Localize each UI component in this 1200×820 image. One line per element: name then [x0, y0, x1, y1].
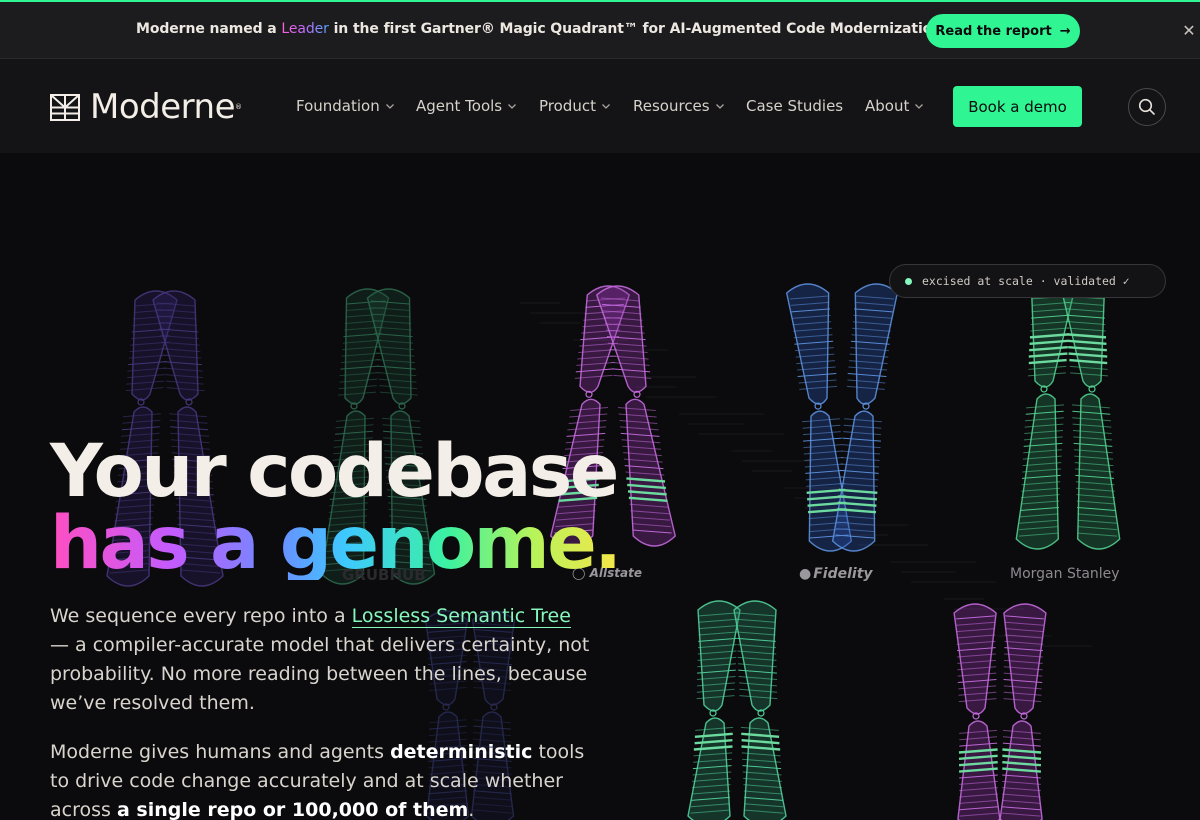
nav-item-product[interactable]: Product	[539, 97, 611, 115]
hero-headline: Your codebase has a genome.	[50, 429, 622, 586]
nav-item-resources[interactable]: Resources	[633, 97, 725, 115]
nav-item-label: Product	[539, 97, 596, 115]
nav-item-case-studies[interactable]: Case Studies	[746, 97, 843, 115]
brand-fidelity-text: Fidelity	[813, 566, 873, 582]
hero-section: excised at scale · validated ✓ GRUBHUB ◯…	[0, 153, 1200, 820]
nav-item-label: Agent Tools	[416, 97, 503, 115]
announcement-text-end: in the first Gartner® Magic Quadrant™ fo…	[328, 21, 992, 37]
para2-text-start: Moderne gives humans and agents	[50, 741, 391, 763]
nav-item-label: Foundation	[296, 97, 380, 115]
nav-item-about[interactable]: About	[865, 97, 924, 115]
lst-link[interactable]: Lossless Semantic Tree	[351, 605, 571, 628]
search-button[interactable]	[1128, 88, 1166, 126]
status-badge-text: excised at scale · validated ✓	[922, 274, 1130, 288]
nav-item-foundation[interactable]: Foundation	[296, 97, 395, 115]
para2-bold-deterministic: deterministic	[390, 741, 533, 763]
chevron-down-icon	[385, 104, 394, 109]
main-nav: Moderne® Foundation Agent Tools Product Res…	[0, 59, 1200, 153]
read-report-label: Read the report	[935, 23, 1052, 39]
fidelity-globe-icon: ●	[799, 566, 812, 582]
para1-text-start: We sequence every repo into a	[50, 605, 352, 627]
arrow-right-icon: →	[1059, 23, 1071, 39]
hero-paragraph-1: We sequence every repo into a Lossless S…	[50, 602, 590, 718]
chevron-down-icon	[601, 104, 610, 109]
moderne-logo-icon	[50, 93, 80, 121]
chevron-down-icon	[915, 104, 924, 109]
logo-wordmark: Moderne	[90, 87, 235, 127]
search-icon	[1138, 98, 1155, 115]
brand-logo-fidelity: ● Fidelity	[799, 566, 873, 582]
announcement-highlight: Leader	[281, 21, 329, 37]
hero-paragraph-2: Moderne gives humans and agents determin…	[50, 738, 590, 820]
headline-line-2: has a genome.	[50, 501, 622, 586]
announcement-text: Moderne named a Leader in the first Gart…	[136, 21, 992, 37]
nav-item-label: About	[865, 97, 910, 115]
status-badge: excised at scale · validated ✓	[889, 264, 1166, 298]
nav-item-agent-tools[interactable]: Agent Tools	[416, 97, 517, 115]
close-icon[interactable]: ✕	[1180, 22, 1198, 40]
nav-item-label: Case Studies	[746, 97, 844, 115]
headline-line-1: Your codebase	[50, 429, 619, 514]
registered-mark: ®	[234, 103, 242, 111]
read-report-button[interactable]: Read the report →	[926, 14, 1080, 48]
chromosome	[1015, 283, 1121, 550]
brand-logo-morgan-stanley: Morgan Stanley	[1010, 566, 1120, 582]
logo-text: Moderne®	[90, 87, 242, 127]
status-dot-icon	[905, 277, 912, 285]
book-demo-button[interactable]: Book a demo	[953, 86, 1082, 127]
nav-item-label: Resources	[633, 97, 710, 115]
para1-text-end: — a compiler-accurate model that deliver…	[50, 634, 590, 714]
chromosome	[785, 283, 899, 552]
chromosome	[687, 600, 787, 820]
announcement-bar: Moderne named a Leader in the first Gart…	[0, 0, 1200, 59]
para2-bold-scale: a single repo or 100,000 of them	[116, 799, 469, 820]
announcement-text-start: Moderne named a	[136, 21, 282, 37]
logo[interactable]: Moderne®	[50, 87, 242, 127]
para2-text-end: .	[468, 799, 475, 820]
chevron-down-icon	[715, 104, 724, 109]
chevron-down-icon	[508, 104, 517, 109]
